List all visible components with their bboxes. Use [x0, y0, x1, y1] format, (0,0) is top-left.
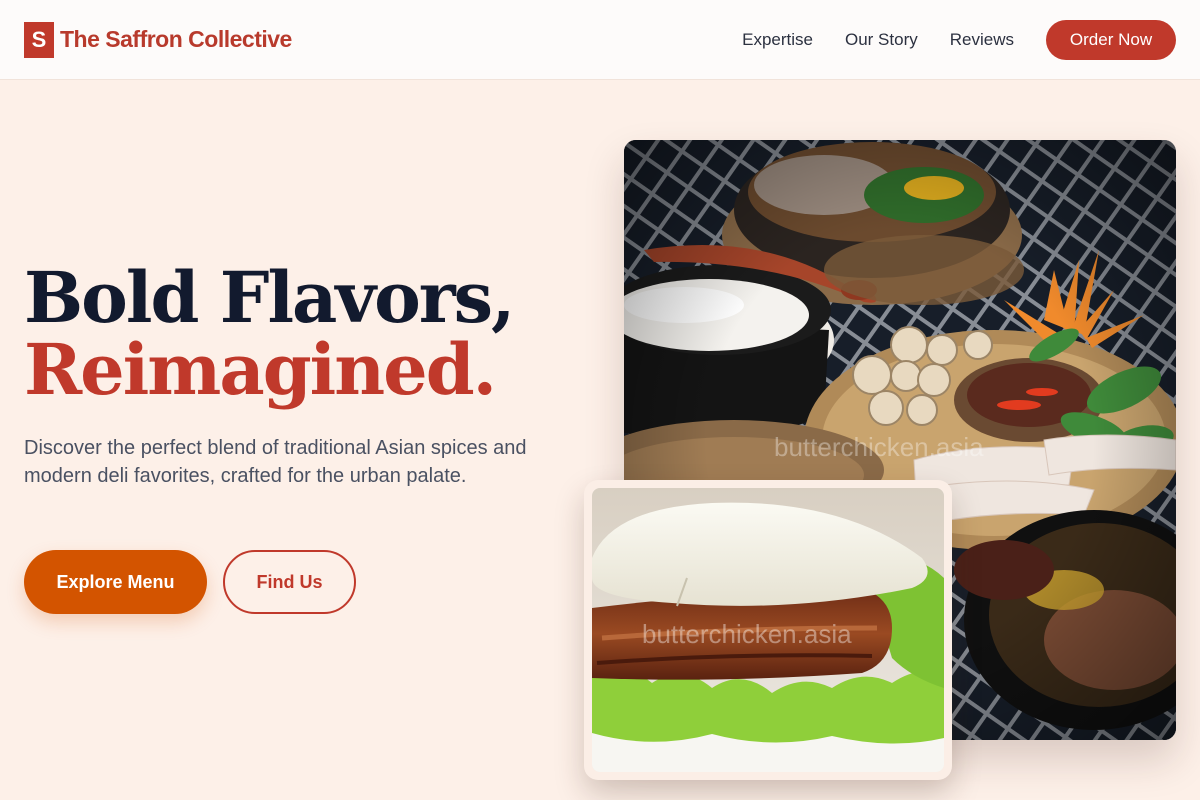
find-us-button[interactable]: Find Us	[223, 550, 356, 614]
nav-link-our-story[interactable]: Our Story	[845, 30, 918, 50]
hero-title-line-1: Bold Flavors,	[24, 256, 515, 339]
explore-menu-button[interactable]: Explore Menu	[24, 550, 207, 614]
brand-link[interactable]: S The Saffron Collective	[24, 21, 292, 58]
photo-watermark-small: butterchicken.asia	[642, 619, 852, 649]
site-header: S The Saffron Collective Expertise Our S…	[0, 0, 1200, 80]
hero-title: Bold Flavors, Reimagined.	[24, 256, 515, 411]
main-nav: Expertise Our Story Reviews Order Now	[742, 19, 1176, 60]
brand-name: The Saffron Collective	[60, 26, 292, 52]
nav-link-reviews[interactable]: Reviews	[950, 30, 1014, 50]
nav-link-expertise[interactable]: Expertise	[742, 30, 813, 50]
hero-title-line-2: Reimagined.	[24, 328, 497, 411]
bao-photo: butterchicken.asia	[592, 488, 944, 772]
brand-logo-icon: S	[24, 21, 54, 58]
order-now-button[interactable]: Order Now	[1046, 19, 1176, 60]
photo-watermark: butterchicken.asia	[774, 432, 984, 462]
bao-photo-card: butterchicken.asia	[584, 480, 952, 780]
hero-description: Discover the perfect blend of traditiona…	[24, 437, 527, 487]
